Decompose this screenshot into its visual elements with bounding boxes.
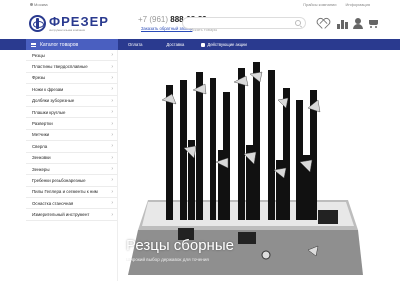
nav-link-promotions[interactable]: Действующие акции (201, 42, 247, 47)
city-label: Москва (34, 2, 48, 7)
sidebar-item-label: Резцы (32, 52, 45, 58)
tool-shanks (166, 62, 317, 220)
sidebar-item-drills[interactable]: Сверла › (26, 141, 117, 153)
nav-link-promotions-label: Действующие акции (207, 42, 247, 47)
logo[interactable]: ФРЕЗЕР инструментальная компания (29, 14, 117, 36)
compare-icon[interactable] (336, 18, 348, 30)
chevron-right-icon: › (111, 188, 113, 195)
hero-subtitle: Широкий выбор державок для точения (126, 257, 209, 262)
chevron-right-icon: › (111, 211, 113, 218)
nav-link-delivery[interactable]: Доставка (166, 42, 184, 47)
sidebar-item-countersinks[interactable]: Зенковки › (26, 153, 117, 164)
cart-icon[interactable] (367, 18, 379, 30)
sidebar-item-machine-tooling[interactable]: Оснастка станочная › (26, 198, 117, 210)
logo-mark-icon (29, 15, 46, 32)
city-selector[interactable]: Москва (30, 2, 48, 7)
nav-links: Оплата Доставка Действующие акции (128, 39, 247, 50)
chevron-right-icon: › (111, 177, 113, 184)
main-nav: Каталог товаров Оплата Доставка Действую… (0, 39, 400, 50)
sidebar-item-reamers[interactable]: Развертки › (26, 118, 117, 130)
nav-link-payment[interactable]: Оплата (128, 42, 142, 47)
catalog-sidebar: Резцы › Пластины твердосплавные › Фрезы › Н… (26, 50, 118, 281)
sidebar-item-label: Гребенки резьбонарезные (32, 177, 86, 183)
sidebar-item-mills[interactable]: Фрезы › (26, 73, 117, 85)
hero-banner[interactable]: Резцы сборные Широкий выбор державок для… (118, 50, 370, 281)
sidebar-item-carbide-inserts[interactable]: Пластины твердосплавные › (26, 61, 117, 73)
sidebar-item-measuring-tools[interactable]: Измерительный инструмент › (26, 209, 117, 221)
sidebar-item-taps[interactable]: Метчики › (26, 130, 117, 142)
chevron-right-icon: › (111, 74, 113, 81)
chevron-right-icon: › (111, 86, 113, 93)
tool-holder-block (318, 210, 338, 224)
top-links: Прайсы компании Информация (303, 2, 370, 7)
logo-name: ФРЕЗЕР (49, 14, 109, 29)
catalog-label: Каталог товаров (40, 41, 79, 48)
sidebar-item-round-dies[interactable]: Плашки круглые › (26, 107, 117, 119)
sidebar-item-thread-chasers[interactable]: Гребенки резьбонарезные › (26, 175, 117, 187)
catalog-button[interactable]: Каталог товаров (26, 39, 118, 50)
sidebar-item-label: Долбяки зуборезные (32, 98, 75, 104)
menu-icon (31, 42, 36, 47)
sidebar-item-label: Фрезы (32, 75, 46, 81)
chevron-right-icon: › (111, 131, 113, 138)
sidebar-item-label: Измерительный инструмент (32, 212, 90, 218)
chevron-right-icon: › (111, 143, 113, 150)
chevron-right-icon: › (111, 52, 113, 59)
top-bar: Москва Прайсы компании Информация (0, 0, 400, 10)
sidebar-item-label: Зенкеры (32, 166, 50, 172)
sidebar-item-label: Плашки круглые (32, 109, 66, 115)
chevron-right-icon: › (111, 154, 113, 161)
chevron-right-icon: › (111, 120, 113, 127)
tool-holder-block-3 (238, 232, 256, 244)
heart-icon[interactable] (317, 18, 329, 30)
top-link-prices[interactable]: Прайсы компании (303, 2, 336, 7)
search-input[interactable] (183, 24, 283, 35)
logo-tagline: инструментальная компания (49, 29, 85, 32)
chevron-right-icon: › (111, 63, 113, 70)
chevron-right-icon: › (111, 166, 113, 173)
sidebar-item-label: Оснастка станочная (32, 200, 74, 206)
sidebar-item-label: Пластины твердосплавные (32, 64, 88, 70)
chevron-right-icon: › (111, 97, 113, 104)
sidebar-item-label: Сверла (32, 143, 48, 149)
location-pin-icon (30, 3, 33, 6)
round-insert (261, 250, 271, 260)
sidebar-item-label: Развертки (32, 121, 53, 127)
hero-title: Резцы сборные (126, 237, 234, 254)
phone-code: +7 (961) (138, 15, 169, 24)
sidebar-item-cutters[interactable]: Резцы › (26, 50, 117, 62)
thumbs-up-icon (201, 42, 206, 47)
sidebar-item-label: Зенковки (32, 155, 51, 161)
chevron-right-icon: › (111, 200, 113, 207)
chevron-right-icon: › (111, 109, 113, 116)
search-icon[interactable] (295, 20, 301, 26)
sidebar-item-label: Метчики (32, 132, 50, 138)
sidebar-item-label: Пилы Геллера и сегменты к ним (32, 189, 98, 195)
sidebar-item-mill-knives[interactable]: Ножи к фрезам › (26, 84, 117, 96)
search-box (182, 17, 306, 35)
user-icon[interactable] (352, 18, 364, 30)
sidebar-item-saws[interactable]: Пилы Геллера и сегменты к ним › (26, 187, 117, 199)
top-link-info[interactable]: Информация (346, 2, 371, 7)
sidebar-item-core-drills[interactable]: Зенкеры › (26, 164, 117, 176)
sidebar-item-label: Ножи к фрезам (32, 86, 64, 92)
sidebar-item-gear-shapers[interactable]: Долбяки зуборезные › (26, 96, 117, 107)
